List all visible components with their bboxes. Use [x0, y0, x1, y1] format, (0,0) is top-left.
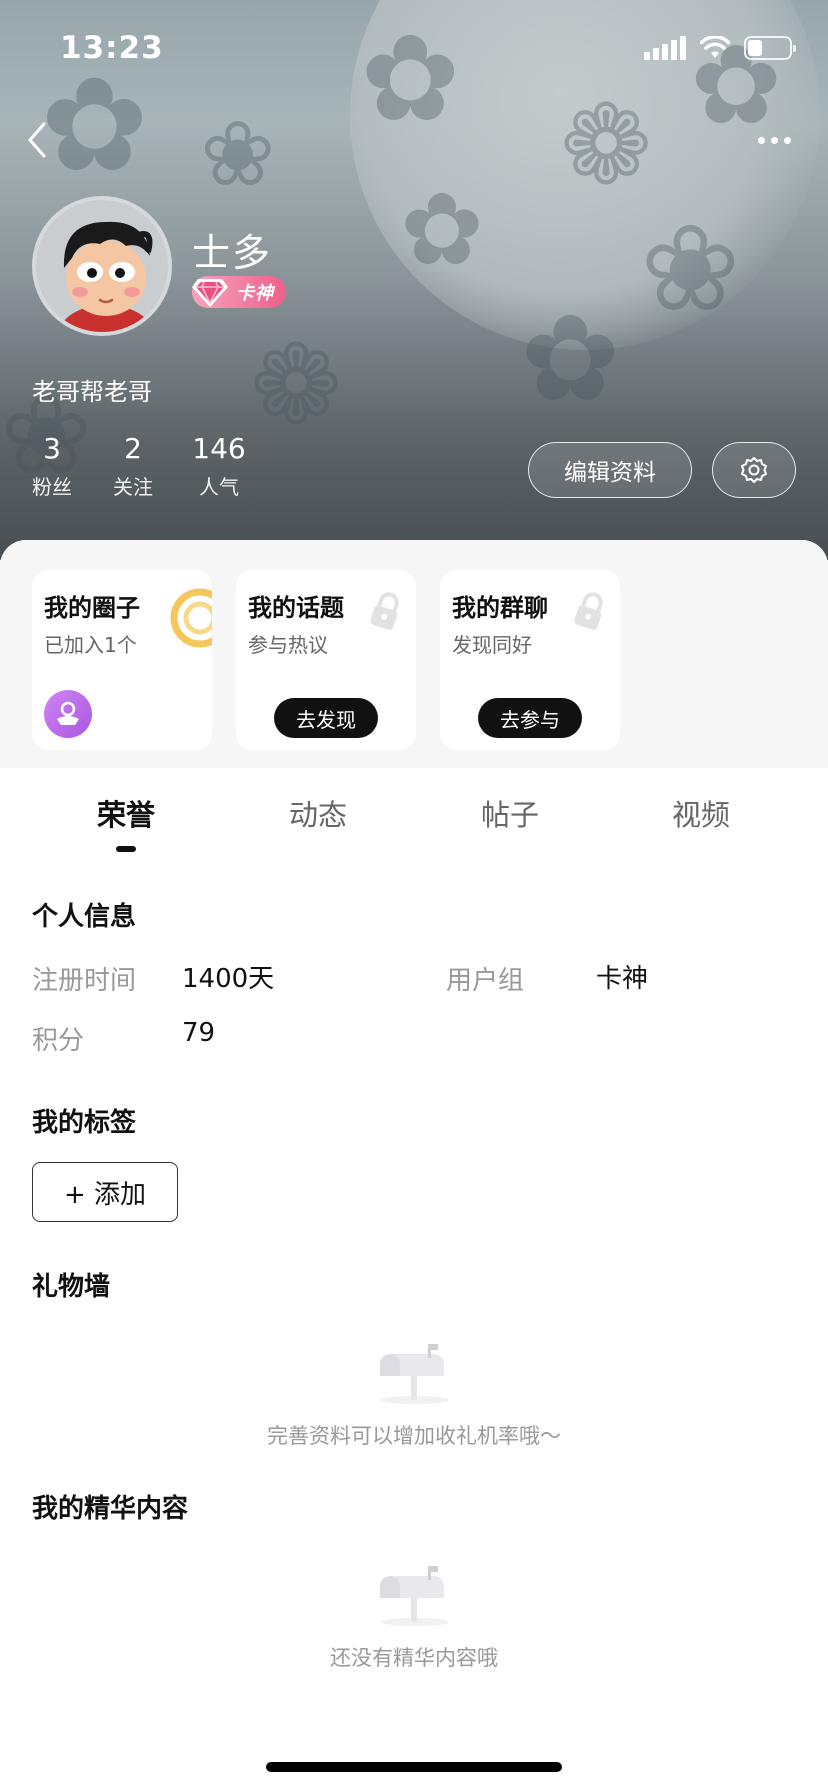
empty-mailbox-icon	[380, 1566, 449, 1626]
discover-button[interactable]: 去发现	[274, 698, 378, 738]
stat-fans[interactable]: 3 粉丝	[32, 432, 72, 500]
edit-profile-button[interactable]: 编辑资料	[528, 442, 692, 498]
tab-honor[interactable]: 荣誉	[97, 792, 155, 834]
settings-button[interactable]	[712, 442, 796, 498]
user-group-label: 用户组	[446, 966, 525, 996]
register-time-value: 1400天	[182, 964, 275, 994]
points-label: 积分	[32, 1026, 85, 1056]
background-flower-icon: ❀	[200, 102, 276, 207]
tab-posts[interactable]: 帖子	[481, 792, 539, 834]
background-flower-icon: ✿	[520, 290, 621, 429]
background-flower-icon: ❀	[640, 200, 741, 339]
empty-mailbox-icon	[380, 1344, 449, 1404]
lock-icon	[370, 592, 399, 630]
cartoon-avatar-icon	[57, 221, 155, 332]
stat-popularity[interactable]: 146 人气	[192, 432, 246, 500]
background-flower-icon: ✿	[360, 10, 461, 149]
gift-wall-title: 礼物墙	[32, 1272, 111, 1302]
diamond-icon	[192, 279, 228, 307]
register-time-label: 注册时间	[32, 966, 137, 996]
user-bio: 老哥帮老哥	[32, 378, 152, 406]
background-flower-icon: ❁	[250, 321, 343, 449]
personal-info-title: 个人信息	[32, 902, 137, 932]
wifi-icon	[700, 36, 730, 58]
background-flower-icon: ❁	[560, 81, 653, 209]
background-flower-icon: ✿	[400, 171, 484, 288]
stat-popularity-label: 人气	[199, 475, 239, 499]
tab-activity[interactable]: 动态	[289, 792, 347, 834]
stat-following-value: 2	[124, 432, 142, 465]
stat-following[interactable]: 2 关注	[113, 432, 153, 500]
card-my-groups[interactable]: 我的群聊 发现同好 去参与	[440, 570, 620, 750]
my-tags-title: 我的标签	[32, 1108, 137, 1138]
featured-empty-text: 还没有精华内容哦	[330, 1646, 498, 1670]
add-tag-button[interactable]: + 添加	[32, 1162, 178, 1222]
card-subtitle: 参与热议	[248, 633, 328, 657]
lock-icon	[574, 592, 603, 630]
active-tab-indicator	[116, 846, 136, 852]
join-button[interactable]: 去参与	[478, 698, 582, 738]
profile-header: ✿ ❀ ✿ ❁ ✿ ❀ ✿ ❁ ✿ ❀ 13:23 士多 卡神 老哥帮老哥 3 …	[0, 0, 828, 560]
badge-label: 卡神	[236, 283, 274, 304]
card-my-circles[interactable]: 我的圈子 已加入1个	[32, 570, 212, 750]
circle-avatar-icon	[44, 690, 92, 738]
back-icon[interactable]	[22, 118, 52, 162]
featured-content-title: 我的精华内容	[32, 1494, 189, 1524]
cellular-signal-icon	[644, 36, 686, 60]
avatar[interactable]	[32, 196, 172, 336]
stat-popularity-value: 146	[192, 432, 246, 465]
gift-wall-empty-text: 完善资料可以增加收礼机率哦～	[267, 1424, 561, 1448]
user-group-value: 卡神	[596, 964, 649, 994]
status-time: 13:23	[60, 30, 164, 66]
background-flower-icon: ✿	[40, 49, 149, 201]
home-indicator[interactable]	[266, 1762, 562, 1772]
circle-ring-icon	[170, 588, 212, 648]
stat-fans-value: 3	[43, 432, 61, 465]
card-my-topics[interactable]: 我的话题 参与热议 去发现	[236, 570, 416, 750]
user-level-badge[interactable]: 卡神	[192, 276, 286, 308]
points-value: 79	[182, 1018, 216, 1048]
card-subtitle: 发现同好	[452, 633, 532, 657]
username: 士多	[192, 231, 273, 275]
feature-cards-strip: 我的圈子 已加入1个 我的话题 参与热议 去发现 我的群聊 发现同好 去参与	[0, 540, 828, 768]
status-icons	[644, 36, 796, 60]
gear-icon	[741, 457, 767, 483]
tab-videos[interactable]: 视频	[672, 792, 730, 834]
stat-fans-label: 粉丝	[32, 475, 72, 499]
more-options-icon[interactable]	[758, 130, 798, 150]
stat-following-label: 关注	[113, 475, 153, 499]
battery-icon	[744, 36, 796, 60]
